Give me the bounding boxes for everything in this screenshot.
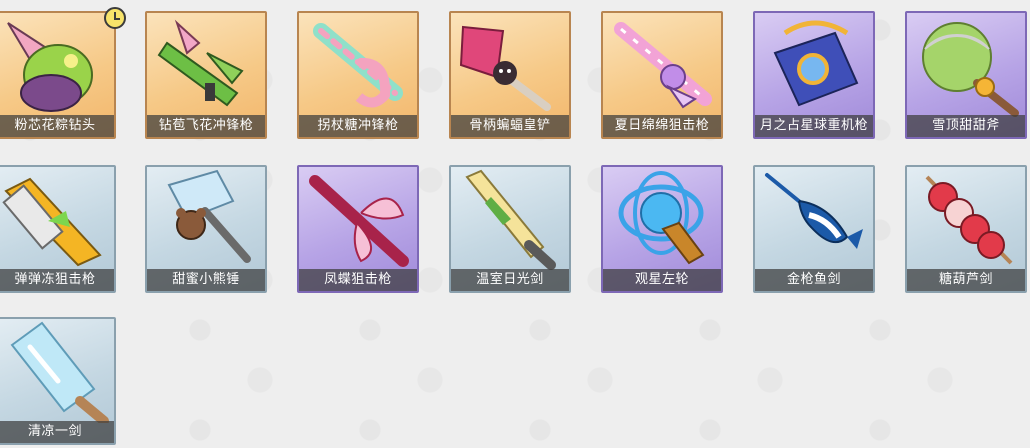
- weapon-name: 拐杖糖冲锋枪: [299, 115, 417, 137]
- weapon-card[interactable]: 月之占星球重机枪: [753, 11, 875, 139]
- weapon-card[interactable]: 弹弹冻狙击枪: [0, 165, 116, 293]
- candy-cane-gun-icon: [313, 23, 403, 108]
- weapon-name: 金枪鱼剑: [755, 269, 873, 291]
- bear-hammer-icon: [167, 169, 251, 263]
- weapon-card[interactable]: 糖葫芦剑: [905, 165, 1027, 293]
- stargazer-revolver-icon: [618, 171, 705, 265]
- candied-haws-sword-icon: [925, 175, 1013, 265]
- weapon-card[interactable]: 夏日绵绵狙击枪: [601, 11, 723, 139]
- weapon-card[interactable]: 拐杖糖冲锋枪: [297, 11, 419, 139]
- weapon-card[interactable]: 雪顶甜甜斧: [905, 11, 1027, 139]
- heavy-machine-gun-icon: [773, 20, 859, 107]
- weapon-card[interactable]: 钻苞飞花冲锋枪: [145, 11, 267, 139]
- weapon-name: 钻苞飞花冲锋枪: [147, 115, 265, 137]
- smg-weapon-icon: [157, 19, 244, 107]
- weapon-name: 甜蜜小熊锤: [147, 269, 265, 291]
- ice-cream-axe-icon: [922, 22, 1019, 117]
- weapon-card[interactable]: 骨柄蝙蝠皇铲: [449, 11, 571, 139]
- weapon-name: 骨柄蝙蝠皇铲: [451, 115, 569, 137]
- weapon-name: 雪顶甜甜斧: [907, 115, 1025, 137]
- weapon-card[interactable]: 甜蜜小熊锤: [145, 165, 267, 293]
- weapon-name: 夏日绵绵狙击枪: [603, 115, 721, 137]
- weapon-card[interactable]: 清凉一剑: [0, 317, 116, 445]
- weapon-name: 凤蝶狙击枪: [299, 269, 417, 291]
- weapon-name: 粉芯花粽钻头: [0, 115, 114, 137]
- greenhouse-sword-icon: [465, 169, 556, 270]
- weapon-name: 月之占星球重机枪: [755, 115, 873, 137]
- weapon-card[interactable]: 金枪鱼剑: [753, 165, 875, 293]
- clock-icon: [104, 7, 126, 29]
- weapon-name: 清凉一剑: [0, 421, 114, 443]
- weapon-name: 温室日光剑: [451, 269, 569, 291]
- popsicle-sword-icon: [10, 321, 109, 423]
- weapon-name: 糖葫芦剑: [907, 269, 1025, 291]
- sniper-rifle-icon: [614, 22, 712, 109]
- weapon-card[interactable]: 观星左轮: [601, 165, 723, 293]
- jelly-sniper-icon: [2, 177, 102, 267]
- weapon-name: 弹弹冻狙击枪: [0, 269, 114, 291]
- butterfly-sniper-icon: [309, 175, 409, 267]
- weapon-grid: 粉芯花粽钻头 钻苞飞花冲锋枪 拐杖糖冲锋枪 骨柄蝙蝠皇铲 夏日绵绵狙击枪 月之占…: [0, 0, 1030, 448]
- drill-weapon-icon: [7, 22, 93, 112]
- tuna-sword-icon: [765, 173, 863, 249]
- weapon-card[interactable]: 粉芯花粽钻头: [0, 11, 116, 139]
- weapon-name: 观星左轮: [603, 269, 721, 291]
- weapon-card[interactable]: 凤蝶狙击枪: [297, 165, 419, 293]
- bat-shovel-icon: [459, 25, 551, 111]
- weapon-card[interactable]: 温室日光剑: [449, 165, 571, 293]
